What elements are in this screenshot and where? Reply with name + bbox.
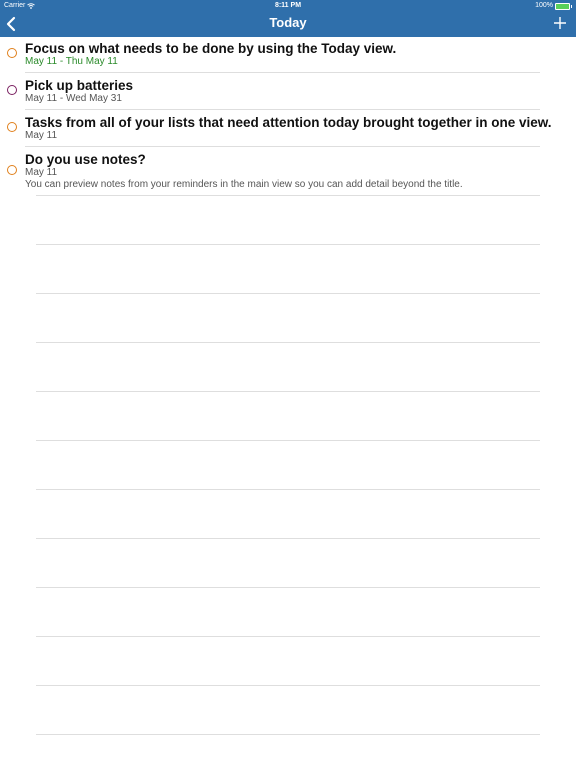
reminder-date: May 11 - Thu May 11: [25, 56, 118, 67]
complete-circle-button[interactable]: [7, 48, 17, 58]
row-divider: [36, 293, 540, 294]
row-divider: [36, 244, 540, 245]
reminder-date: May 11 - Wed May 31: [25, 93, 122, 104]
reminder-title: Focus on what needs to be done by using …: [25, 41, 397, 56]
row-divider: [36, 685, 540, 686]
reminder-date: May 11: [25, 130, 58, 141]
row-divider: [36, 489, 540, 490]
battery-percent: 100%: [535, 2, 553, 9]
complete-circle-button[interactable]: [7, 85, 17, 95]
reminder-title: Pick up batteries: [25, 78, 134, 93]
row-divider: [36, 538, 540, 539]
row-divider: [36, 636, 540, 637]
row-divider: [36, 342, 540, 343]
row-divider: [25, 146, 540, 147]
row-divider: [36, 587, 540, 588]
reminder-title: Do you use notes?: [25, 152, 146, 167]
row-divider: [36, 195, 540, 196]
complete-circle-button[interactable]: [7, 122, 17, 132]
status-time: 8:11 PM: [274, 2, 302, 9]
battery-fill: [556, 3, 569, 9]
row-divider: [36, 734, 540, 735]
row-divider: [36, 440, 540, 441]
plus-icon: [554, 17, 566, 29]
row-divider: [25, 109, 540, 110]
status-bar: Carrier 8:11 PM 100%: [0, 0, 576, 12]
navigation-bar: Today: [0, 12, 576, 37]
complete-circle-button[interactable]: [7, 165, 17, 175]
add-reminder-button[interactable]: [552, 15, 568, 31]
row-divider: [36, 391, 540, 392]
header-bar: Carrier 8:11 PM 100% Today: [0, 0, 576, 37]
battery-tip: [571, 4, 572, 8]
reminder-title: Tasks from all of your lists that need a…: [25, 115, 552, 130]
status-battery: 100%: [535, 0, 572, 12]
battery-icon: [555, 2, 570, 10]
reminder-note: You can preview notes from your reminder…: [25, 179, 463, 190]
reminder-date: May 11: [25, 167, 58, 178]
row-divider: [25, 72, 540, 73]
page-title: Today: [269, 15, 307, 30]
